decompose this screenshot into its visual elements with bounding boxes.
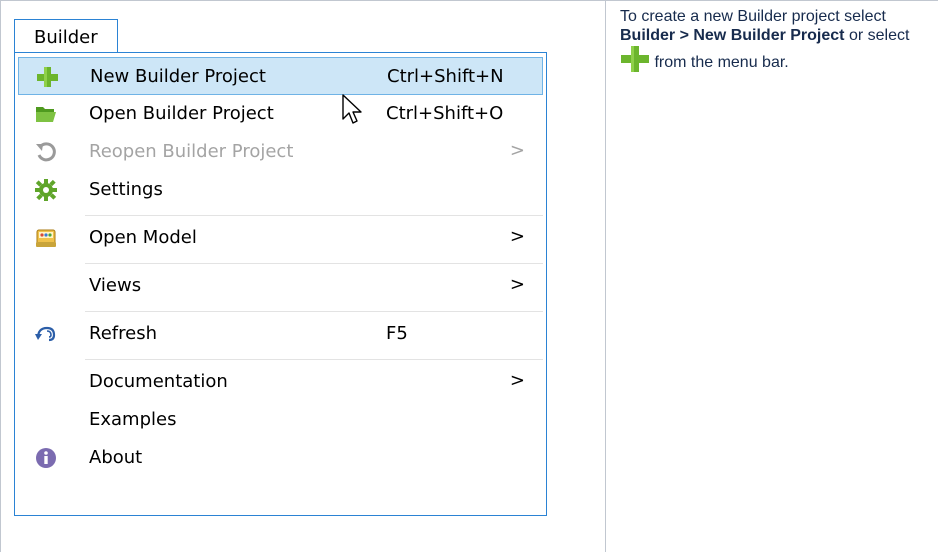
menu-item-refresh[interactable]: Refresh F5 (18, 315, 543, 353)
menu-item-label: Views (89, 275, 142, 296)
menu-item-label: Reopen Builder Project (89, 141, 294, 162)
menu-item-label: Open Model (89, 227, 197, 248)
description-part2: or select (844, 27, 910, 44)
submenu-arrow-icon: > (509, 370, 525, 391)
gear-icon (34, 178, 58, 202)
builder-dropdown-menu: New Builder Project Ctrl+Shift+N Open Bu… (14, 52, 547, 516)
green-plus-icon (35, 65, 59, 89)
menu-item-open-model[interactable]: Open Model > (18, 219, 543, 257)
menu-item-settings[interactable]: Settings (18, 171, 543, 209)
description-bold-path: Builder > New Builder Project (620, 27, 845, 44)
submenu-arrow-icon: > (509, 274, 525, 295)
menu-separator (85, 263, 543, 264)
menu-item-examples[interactable]: Examples (18, 401, 543, 439)
menu-separator (85, 359, 543, 360)
menu-item-about[interactable]: About (18, 439, 543, 477)
green-plus-icon (621, 46, 649, 72)
menu-item-label: Refresh (89, 323, 157, 344)
mouse-cursor-icon (342, 94, 362, 124)
reopen-icon (34, 140, 58, 164)
menu-item-label: Settings (89, 179, 163, 200)
menu-item-label: Open Builder Project (89, 103, 274, 124)
info-icon (34, 446, 58, 470)
menu-item-views[interactable]: Views > (18, 267, 543, 305)
refresh-icon (34, 322, 58, 346)
menu-item-label: About (89, 447, 143, 468)
menubar-builder[interactable]: Builder (14, 19, 118, 53)
menu-item-documentation[interactable]: Documentation > (18, 363, 543, 401)
open-folder-icon (34, 102, 58, 126)
menu-item-shortcut: Ctrl+Shift+N (387, 66, 504, 87)
menu-item-shortcut: F5 (386, 323, 408, 344)
description-part1: To create a new Builder project select (620, 8, 886, 25)
menu-item-label: Documentation (89, 371, 228, 392)
menu-item-open-builder-project[interactable]: Open Builder Project Ctrl+Shift+O (18, 95, 543, 133)
menu-item-label: Examples (89, 409, 177, 430)
submenu-arrow-icon: > (509, 140, 525, 161)
menu-item-new-builder-project[interactable]: New Builder Project Ctrl+Shift+N (18, 57, 543, 95)
menu-separator (85, 311, 543, 312)
submenu-arrow-icon: > (509, 226, 525, 247)
description-text: To create a new Builder project select B… (620, 7, 920, 73)
description-part3: from the menu bar. (650, 54, 789, 71)
menu-separator (85, 215, 543, 216)
description-cell (605, 0, 938, 552)
menu-item-shortcut: Ctrl+Shift+O (386, 103, 504, 124)
model-icon (34, 226, 58, 250)
menu-item-label: New Builder Project (90, 66, 266, 87)
menu-item-reopen-builder-project[interactable]: Reopen Builder Project > (18, 133, 543, 171)
